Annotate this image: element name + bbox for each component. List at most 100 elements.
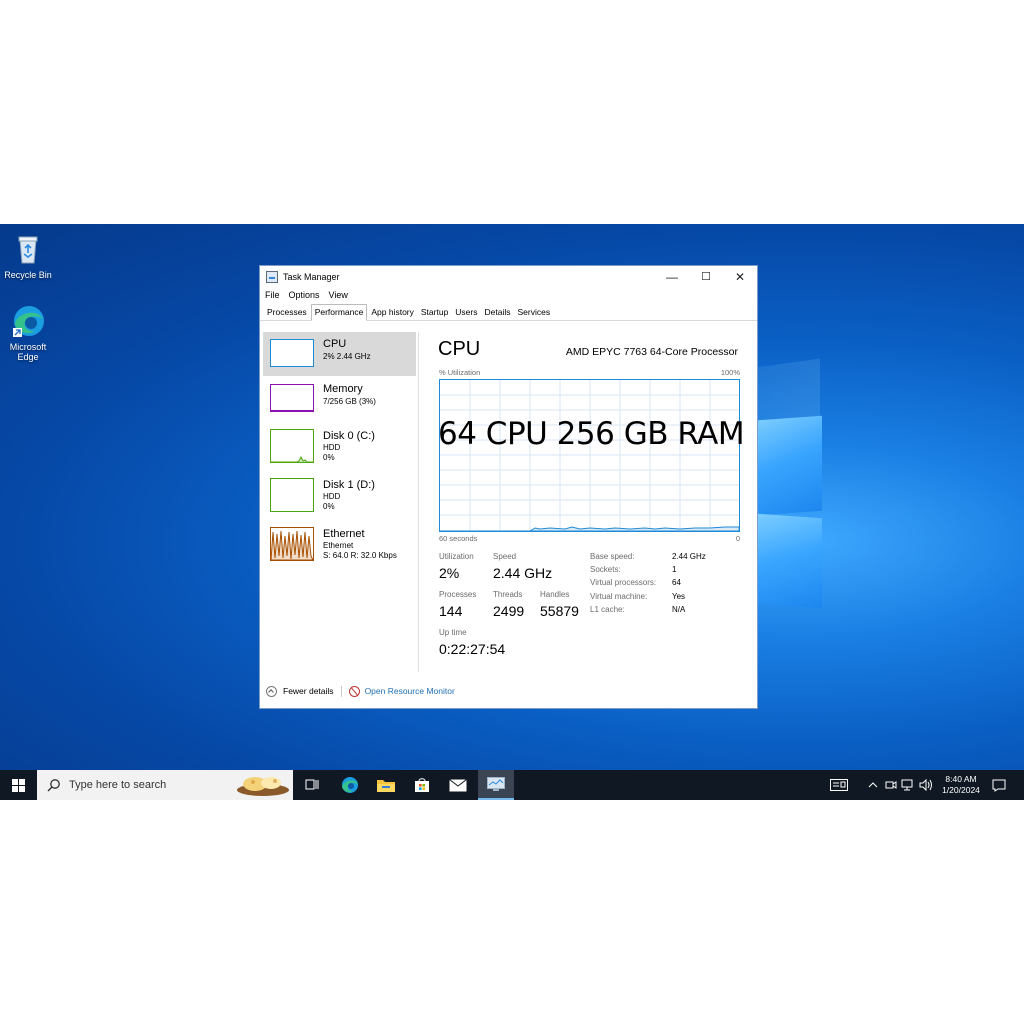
mail-icon	[449, 778, 467, 791]
spec-key: L1 cache:	[590, 605, 625, 614]
uptime-value: 0:22:27:54	[439, 641, 506, 657]
menu-file[interactable]: File	[265, 290, 280, 300]
tray-volume[interactable]	[919, 770, 933, 800]
resource-monitor-icon[interactable]	[348, 685, 360, 697]
resource-sub: 2% 2.44 GHz	[323, 352, 371, 361]
chevron-up-icon[interactable]	[266, 685, 277, 697]
fewer-details-link[interactable]: Fewer details	[283, 686, 334, 696]
processes-value: 144	[439, 603, 463, 619]
search-icon	[47, 779, 60, 792]
title-bar[interactable]: Task Manager — ☐ ✕	[260, 266, 757, 288]
tab-app-history[interactable]: App history	[368, 305, 417, 320]
news-icon	[830, 779, 848, 791]
ethernet-thumbnail-graph	[270, 527, 314, 561]
tab-details[interactable]: Details	[482, 305, 514, 320]
news-widget[interactable]	[830, 770, 848, 800]
desktop-icon-recycle-bin[interactable]: Recycle Bin	[0, 232, 58, 280]
tray-chevron[interactable]	[868, 770, 878, 800]
network-icon	[901, 779, 913, 791]
tray-clock[interactable]: 8:40 AM 1/20/2024	[938, 770, 984, 800]
resource-item-memory[interactable]: Memory 7/256 GB (3%)	[263, 377, 416, 421]
task-manager-icon	[487, 777, 505, 791]
memory-thumbnail-graph	[270, 384, 314, 412]
resource-sub: Ethernet	[323, 541, 354, 550]
tab-performance[interactable]: Performance	[310, 304, 368, 321]
tab-users[interactable]: Users	[452, 305, 480, 320]
desktop-icon-label: Recycle Bin	[4, 270, 52, 280]
window-title: Task Manager	[283, 272, 340, 282]
graph-label-max: 100%	[720, 368, 740, 377]
taskbar-task-manager[interactable]	[478, 770, 514, 800]
taskbar-mail[interactable]	[441, 770, 475, 800]
cpu-detail-pane: CPU AMD EPYC 7763 64-Core Processor % Ut…	[430, 332, 750, 672]
close-button[interactable]: ✕	[723, 266, 757, 288]
taskbar-store[interactable]	[405, 770, 439, 800]
taskbar-edge[interactable]	[333, 770, 367, 800]
spec-key: Virtual processors:	[590, 578, 657, 587]
resource-name: Ethernet	[323, 528, 365, 540]
spec-key: Virtual machine:	[590, 592, 648, 601]
wallpaper-logo-pane	[758, 415, 822, 516]
search-highlight-image	[237, 777, 289, 796]
utilization-label: Utilization	[439, 552, 474, 561]
uptime-label: Up time	[439, 628, 467, 637]
taskbar-file-explorer[interactable]	[369, 770, 403, 800]
resource-name: Memory	[323, 383, 363, 395]
start-button[interactable]	[0, 770, 36, 800]
tray-network[interactable]	[901, 770, 915, 800]
tab-startup[interactable]: Startup	[418, 305, 451, 320]
disk-0-thumbnail-graph	[270, 429, 314, 463]
recycle-bin-icon	[11, 232, 45, 266]
windows-logo-icon	[11, 778, 25, 792]
task-view-icon	[305, 779, 319, 789]
resource-list: CPU 2% 2.44 GHz Memory 7/256 GB (3%) Dis…	[263, 332, 419, 672]
handles-label: Handles	[540, 590, 570, 599]
camera-icon	[885, 781, 897, 789]
window-footer: Fewer details Open Resource Monitor	[266, 684, 455, 698]
edge-icon	[342, 777, 358, 793]
processor-name: AMD EPYC 7763 64-Core Processor	[565, 346, 738, 358]
utilization-value: 2%	[439, 565, 460, 581]
folder-icon	[377, 780, 395, 792]
maximize-button[interactable]: ☐	[689, 266, 723, 288]
wallpaper-logo-pane	[758, 513, 822, 609]
search-placeholder: Type here to search	[69, 779, 167, 791]
footer-divider	[340, 685, 342, 697]
resource-sub: 7/256 GB (3%)	[323, 397, 376, 406]
tab-processes[interactable]: Processes	[264, 305, 310, 320]
spec-value: Yes	[672, 592, 686, 601]
cpu-thumbnail-graph	[270, 339, 314, 367]
threads-value: 2499	[493, 603, 525, 619]
desktop-icon-label: Microsoft	[9, 342, 47, 352]
action-center-button[interactable]	[992, 770, 1006, 800]
speed-label: Speed	[493, 552, 517, 561]
menu-options[interactable]: Options	[289, 290, 320, 300]
clock-date: 1/20/2024	[942, 785, 980, 795]
resource-sub: 0%	[323, 502, 335, 511]
resource-item-cpu[interactable]: CPU 2% 2.44 GHz	[263, 332, 416, 376]
graph-time-span: 60 seconds	[439, 534, 478, 543]
handles-value: 55879	[540, 603, 579, 619]
tab-services[interactable]: Services	[514, 305, 553, 320]
spec-value: 64	[672, 578, 681, 587]
desktop-icon-edge[interactable]: Microsoft Edge	[0, 304, 58, 362]
chevron-up-icon	[868, 782, 878, 788]
cpu-utilization-graph	[439, 379, 740, 532]
menu-view[interactable]: View	[329, 290, 348, 300]
task-view-button[interactable]	[297, 770, 327, 800]
tray-meet[interactable]	[885, 770, 897, 800]
resource-item-disk-0[interactable]: Disk 0 (C:) HDD 0%	[263, 426, 416, 470]
resource-name: CPU	[323, 338, 347, 350]
minimize-button[interactable]: —	[655, 266, 689, 288]
open-resource-monitor-link[interactable]: Open Resource Monitor	[365, 686, 455, 696]
tab-strip: Processes Performance App history Startu…	[260, 302, 757, 321]
menu-bar: File Options View	[260, 288, 757, 302]
taskbar: Type here to search 8:40 AM 1/20/2024	[0, 770, 1024, 800]
resource-item-disk-1[interactable]: Disk 1 (D:) HDD 0%	[263, 475, 416, 519]
resource-name: Disk 1 (D:)	[323, 479, 375, 491]
taskbar-search[interactable]: Type here to search	[37, 770, 293, 800]
detail-title: CPU	[438, 338, 481, 360]
resource-item-ethernet[interactable]: Ethernet Ethernet S: 64.0 R: 32.0 Kbps	[263, 524, 416, 568]
resource-sub: HDD	[323, 443, 341, 452]
spec-value: 2.44 GHz	[672, 552, 706, 561]
